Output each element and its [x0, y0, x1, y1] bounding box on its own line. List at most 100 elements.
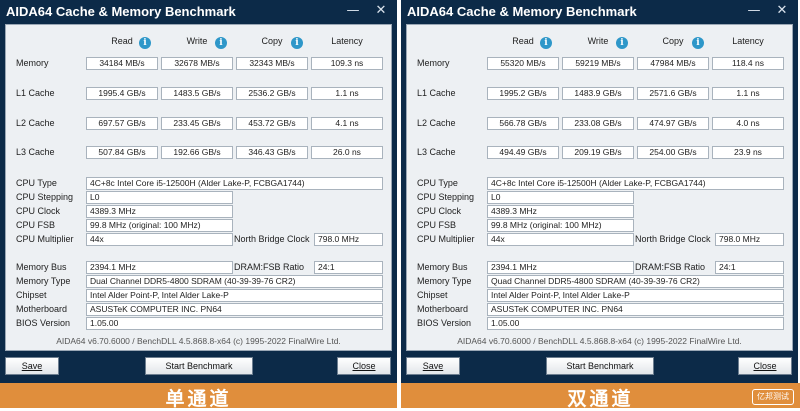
start-benchmark-label: Start Benchmark	[165, 361, 233, 371]
label-dram-fsb-ratio: DRAM:FSB Ratio	[234, 262, 305, 272]
l2-latency-value: 4.1 ns	[311, 117, 383, 130]
dram-fsb-ratio-value: 24:1	[715, 261, 784, 274]
label-cpu-fsb: CPU FSB	[417, 220, 457, 230]
label-dram-fsb-ratio: DRAM:FSB Ratio	[635, 262, 706, 272]
banner-dual-channel: 双通道 亿邦测试	[401, 383, 800, 410]
label-cpu-type: CPU Type	[16, 178, 57, 188]
memory-latency-value: 118.4 ns	[712, 57, 784, 70]
save-button[interactable]: Save	[5, 357, 59, 375]
label-north-bridge-clock: North Bridge Clock	[635, 234, 711, 244]
start-benchmark-button[interactable]: Start Benchmark	[145, 357, 253, 375]
row-label-l2: L2 Cache	[16, 118, 55, 128]
title-bar[interactable]: AIDA64 Cache & Memory Benchmark — ✕	[401, 0, 798, 24]
minimize-icon[interactable]: —	[746, 3, 762, 19]
save-button[interactable]: Save	[406, 357, 460, 375]
l3-read-value: 507.84 GB/s	[86, 146, 158, 159]
l3-write-value: 192.66 GB/s	[161, 146, 233, 159]
column-latency: Latency	[732, 36, 764, 46]
cpu-type-value: 4C+8c Intel Core i5-12500H (Alder Lake-P…	[487, 177, 784, 190]
l1-write-value: 1483.9 GB/s	[562, 87, 634, 100]
banner-single-channel: 单通道	[0, 383, 397, 410]
close-icon[interactable]: ✕	[373, 3, 389, 19]
start-benchmark-label: Start Benchmark	[566, 361, 634, 371]
label-cpu-multiplier: CPU Multiplier	[417, 234, 475, 244]
l2-read-value: 566.78 GB/s	[487, 117, 559, 130]
minimize-icon[interactable]: —	[345, 3, 361, 19]
close-icon[interactable]: ✕	[774, 3, 790, 19]
info-icon[interactable]: i	[139, 37, 151, 49]
results-panel: Read i Write i Copy i Latency Memory 553…	[406, 24, 793, 351]
info-icon[interactable]: i	[215, 37, 227, 49]
label-cpu-clock: CPU Clock	[16, 206, 61, 216]
memory-write-value: 32678 MB/s	[161, 57, 233, 70]
label-cpu-multiplier: CPU Multiplier	[16, 234, 74, 244]
l3-copy-value: 254.00 GB/s	[637, 146, 709, 159]
window-title: AIDA64 Cache & Memory Benchmark	[6, 4, 236, 19]
l1-read-value: 1995.4 GB/s	[86, 87, 158, 100]
cpu-clock-value: 4389.3 MHz	[86, 205, 233, 218]
motherboard-value: ASUSTeK COMPUTER INC. PN64	[487, 303, 784, 316]
l2-copy-value: 474.97 GB/s	[637, 117, 709, 130]
motherboard-value: ASUSTeK COMPUTER INC. PN64	[86, 303, 383, 316]
label-memory-type: Memory Type	[417, 276, 472, 286]
close-button-label: Close	[753, 361, 777, 371]
close-button[interactable]: Close	[738, 357, 792, 375]
l2-latency-value: 4.0 ns	[712, 117, 784, 130]
label-cpu-type: CPU Type	[417, 178, 458, 188]
l1-write-value: 1483.5 GB/s	[161, 87, 233, 100]
save-button-label: Save	[422, 361, 444, 371]
l2-copy-value: 453.72 GB/s	[236, 117, 308, 130]
l3-write-value: 209.19 GB/s	[562, 146, 634, 159]
label-bios-version: BIOS Version	[417, 318, 472, 328]
l3-copy-value: 346.43 GB/s	[236, 146, 308, 159]
info-icon[interactable]: i	[616, 37, 628, 49]
label-chipset: Chipset	[417, 290, 448, 300]
title-bar[interactable]: AIDA64 Cache & Memory Benchmark — ✕	[0, 0, 397, 24]
cpu-multiplier-value: 44x	[86, 233, 233, 246]
row-label-memory: Memory	[16, 58, 49, 68]
l2-write-value: 233.45 GB/s	[161, 117, 233, 130]
close-button[interactable]: Close	[337, 357, 391, 375]
memory-latency-value: 109.3 ns	[311, 57, 383, 70]
north-bridge-clock-value: 798.0 MHz	[314, 233, 383, 246]
cpu-stepping-value: L0	[86, 191, 233, 204]
watermark-logo: 亿邦测试	[752, 389, 794, 405]
info-icon[interactable]: i	[692, 37, 704, 49]
label-chipset: Chipset	[16, 290, 47, 300]
info-icon[interactable]: i	[291, 37, 303, 49]
footer-copyright: AIDA64 v6.70.6000 / BenchDLL 4.5.868.8-x…	[56, 336, 341, 346]
row-label-l1: L1 Cache	[417, 88, 456, 98]
memory-write-value: 59219 MB/s	[562, 57, 634, 70]
l3-latency-value: 23.9 ns	[712, 146, 784, 159]
row-label-l1: L1 Cache	[16, 88, 55, 98]
l2-read-value: 697.57 GB/s	[86, 117, 158, 130]
memory-copy-value: 47984 MB/s	[637, 57, 709, 70]
chipset-value: Intel Alder Point-P, Intel Alder Lake-P	[86, 289, 383, 302]
memory-bus-value: 2394.1 MHz	[487, 261, 634, 274]
label-memory-bus: Memory Bus	[16, 262, 67, 272]
banner-caption: 单通道	[165, 388, 232, 410]
label-cpu-stepping: CPU Stepping	[417, 192, 475, 202]
memory-type-value: Quad Channel DDR5-4800 SDRAM (40-39-39-7…	[487, 275, 784, 288]
label-cpu-clock: CPU Clock	[417, 206, 462, 216]
window-title: AIDA64 Cache & Memory Benchmark	[407, 4, 637, 19]
dram-fsb-ratio-value: 24:1	[314, 261, 383, 274]
benchmark-window-dual-channel: AIDA64 Cache & Memory Benchmark — ✕ Read…	[401, 0, 798, 383]
cpu-type-value: 4C+8c Intel Core i5-12500H (Alder Lake-P…	[86, 177, 383, 190]
row-label-memory: Memory	[417, 58, 450, 68]
save-button-label: Save	[21, 361, 43, 371]
bios-version-value: 1.05.00	[487, 317, 784, 330]
results-panel: Read i Write i Copy i Latency Memory 341…	[5, 24, 392, 351]
label-memory-type: Memory Type	[16, 276, 71, 286]
chipset-value: Intel Alder Point-P, Intel Alder Lake-P	[487, 289, 784, 302]
footer-copyright: AIDA64 v6.70.6000 / BenchDLL 4.5.868.8-x…	[457, 336, 742, 346]
l1-latency-value: 1.1 ns	[311, 87, 383, 100]
memory-read-value: 55320 MB/s	[487, 57, 559, 70]
info-icon[interactable]: i	[540, 37, 552, 49]
label-cpu-stepping: CPU Stepping	[16, 192, 74, 202]
memory-copy-value: 32343 MB/s	[236, 57, 308, 70]
start-benchmark-button[interactable]: Start Benchmark	[546, 357, 654, 375]
memory-bus-value: 2394.1 MHz	[86, 261, 233, 274]
cpu-fsb-value: 99.8 MHz (original: 100 MHz)	[86, 219, 233, 232]
row-label-l3: L3 Cache	[417, 147, 456, 157]
